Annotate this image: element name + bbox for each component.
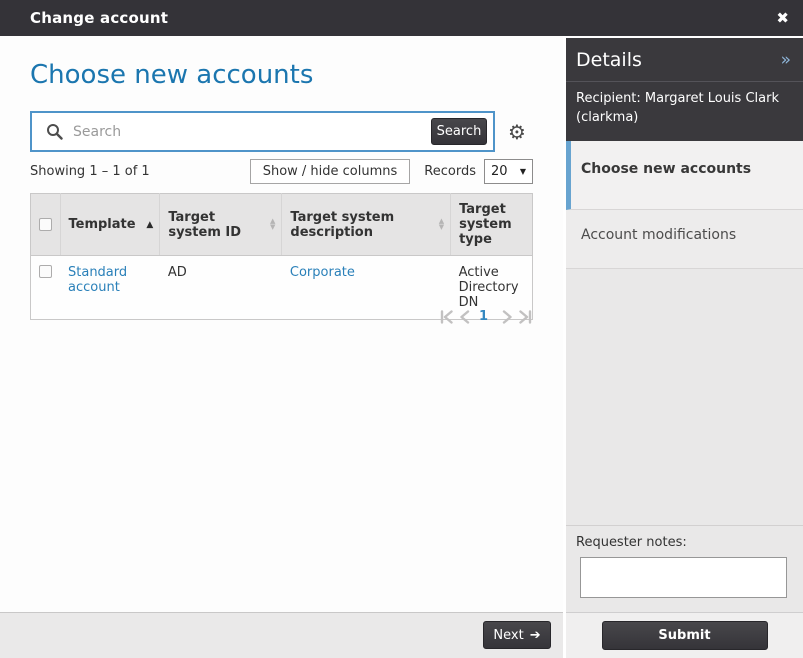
showing-count-text: Showing 1 – 1 of 1 bbox=[30, 164, 150, 179]
page-title: Choose new accounts bbox=[30, 60, 314, 90]
sort-asc-icon: ▲ bbox=[146, 219, 154, 230]
search-icon bbox=[47, 124, 63, 140]
gear-icon[interactable]: ⚙ bbox=[508, 122, 526, 142]
next-button[interactable]: Next ➔ bbox=[483, 621, 551, 649]
requester-notes-input[interactable] bbox=[580, 557, 787, 598]
main-footer: Next ➔ bbox=[0, 612, 563, 658]
records-label: Records bbox=[424, 164, 476, 179]
table-toolbar: Showing 1 – 1 of 1 Show / hide columns R… bbox=[30, 159, 533, 184]
column-header-label: Target system ID bbox=[168, 209, 242, 240]
requester-notes-section: Requester notes: bbox=[566, 525, 803, 612]
search-row: Search ⚙ bbox=[30, 111, 526, 152]
select-all-checkbox[interactable] bbox=[39, 218, 52, 231]
column-header-label: Template bbox=[68, 217, 136, 232]
close-icon[interactable]: ✖ bbox=[776, 10, 789, 26]
main-panel: Choose new accounts Search ⚙ Showing 1 –… bbox=[0, 36, 563, 612]
records-select[interactable]: 20 ▼ bbox=[484, 159, 533, 184]
dialog-titlebar: Change account ✖ bbox=[0, 0, 803, 36]
show-hide-columns-button[interactable]: Show / hide columns bbox=[249, 159, 411, 184]
column-header-template[interactable]: Template ▲ bbox=[59, 193, 160, 256]
details-title: Details bbox=[576, 48, 642, 71]
requester-notes-label: Requester notes: bbox=[576, 535, 687, 550]
table-header-row: Template ▲ Target system ID ▲ ▼ Target s… bbox=[30, 193, 533, 256]
search-box: Search bbox=[30, 111, 495, 152]
column-header-target-system-type[interactable]: Target system type bbox=[450, 193, 533, 256]
pagination: 1 bbox=[30, 309, 533, 324]
search-input[interactable] bbox=[73, 123, 431, 140]
sidebar-step-account-modifications[interactable]: Account modifications bbox=[566, 209, 803, 269]
column-header-label: Target system description bbox=[290, 209, 395, 240]
search-button[interactable]: Search bbox=[431, 118, 487, 145]
column-header-label: Target system type bbox=[459, 202, 512, 247]
arrow-right-icon: ➔ bbox=[529, 627, 541, 643]
pagination-first-icon[interactable] bbox=[439, 309, 454, 324]
pagination-next-icon[interactable] bbox=[502, 309, 513, 324]
accounts-table: Template ▲ Target system ID ▲ ▼ Target s… bbox=[30, 193, 533, 320]
sort-both-icon: ▲ ▼ bbox=[270, 216, 276, 231]
recipient-info: Recipient: Margaret Louis Clark (clarkma… bbox=[566, 81, 803, 141]
target-system-description-link[interactable]: Corporate bbox=[290, 265, 355, 280]
column-header-target-system-id[interactable]: Target system ID ▲ ▼ bbox=[159, 193, 282, 256]
dropdown-arrow-icon: ▼ bbox=[519, 167, 526, 176]
column-header-target-system-description[interactable]: Target system description ▲ ▼ bbox=[281, 193, 451, 256]
chevron-double-right-icon[interactable]: » bbox=[781, 50, 791, 70]
details-sidebar: Details » Recipient: Margaret Louis Clar… bbox=[566, 38, 803, 658]
details-header: Details » bbox=[566, 38, 803, 81]
submit-button[interactable]: Submit bbox=[601, 621, 768, 650]
sort-both-icon: ▲ ▼ bbox=[438, 216, 445, 231]
pagination-prev-icon[interactable] bbox=[459, 309, 470, 324]
dialog-title: Change account bbox=[30, 9, 169, 27]
sidebar-filler bbox=[566, 269, 803, 525]
next-button-label: Next bbox=[493, 627, 524, 643]
row-checkbox[interactable] bbox=[39, 265, 52, 278]
pagination-last-icon[interactable] bbox=[518, 309, 533, 324]
pagination-current-page: 1 bbox=[478, 309, 488, 324]
records-select-value: 20 bbox=[491, 164, 508, 179]
sidebar-footer: Submit bbox=[566, 612, 803, 658]
template-link[interactable]: Standard account bbox=[68, 265, 127, 295]
header-select-all-cell bbox=[30, 193, 60, 256]
sidebar-step-choose-new-accounts[interactable]: Choose new accounts bbox=[566, 140, 803, 210]
